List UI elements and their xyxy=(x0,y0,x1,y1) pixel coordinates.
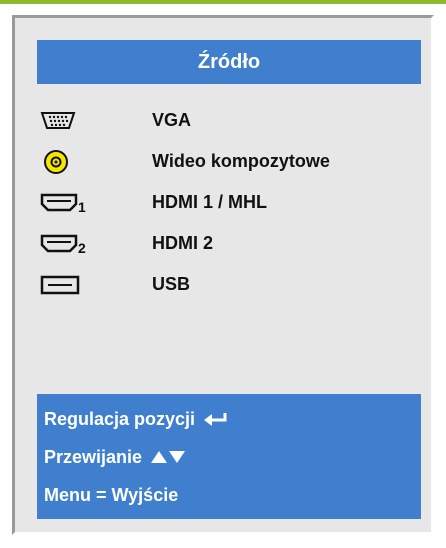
help-row-exit: Menu = Wyjście xyxy=(37,476,421,514)
source-item-usb[interactable]: USB xyxy=(40,264,400,305)
exit-label: Menu = Wyjście xyxy=(44,484,179,505)
help-panel: Regulacja pozycji Przewijanie Menu = Wyj… xyxy=(37,394,421,519)
help-row-position: Regulacja pozycji xyxy=(37,400,421,438)
source-label: HDMI 2 xyxy=(152,233,214,253)
position-adjust-label: Regulacja pozycji xyxy=(44,408,196,429)
source-label: USB xyxy=(152,274,191,294)
vga-icon xyxy=(40,106,100,136)
composite-video-icon xyxy=(40,147,100,177)
svg-text:2: 2 xyxy=(78,240,86,255)
svg-text:1: 1 xyxy=(78,199,86,214)
source-label: Wideo kompozytowe xyxy=(152,151,330,171)
source-menu-frame: Źródło VGA Wideo kompozytowe 1 HDMI 1 / … xyxy=(12,15,434,535)
hdmi-2-icon: 2 xyxy=(40,229,100,259)
source-item-composite[interactable]: Wideo kompozytowe xyxy=(40,141,400,182)
scroll-label: Przewijanie xyxy=(44,446,143,467)
source-item-hdmi-1[interactable]: 1 HDMI 1 / MHL xyxy=(40,182,400,223)
hdmi-1-icon: 1 xyxy=(40,188,100,218)
source-item-vga[interactable]: VGA xyxy=(40,100,400,141)
source-label: HDMI 1 / MHL xyxy=(152,192,267,212)
arrow-up-down-icon xyxy=(150,450,186,464)
usb-icon xyxy=(40,270,100,300)
source-item-hdmi-2[interactable]: 2 HDMI 2 xyxy=(40,223,400,264)
top-accent-bar xyxy=(0,0,446,4)
source-label: VGA xyxy=(152,110,192,130)
source-list: VGA Wideo kompozytowe 1 HDMI 1 / MHL 2 H… xyxy=(40,100,400,305)
help-row-scroll: Przewijanie xyxy=(37,438,421,476)
menu-title: Źródło xyxy=(37,40,421,84)
enter-icon xyxy=(203,412,229,426)
